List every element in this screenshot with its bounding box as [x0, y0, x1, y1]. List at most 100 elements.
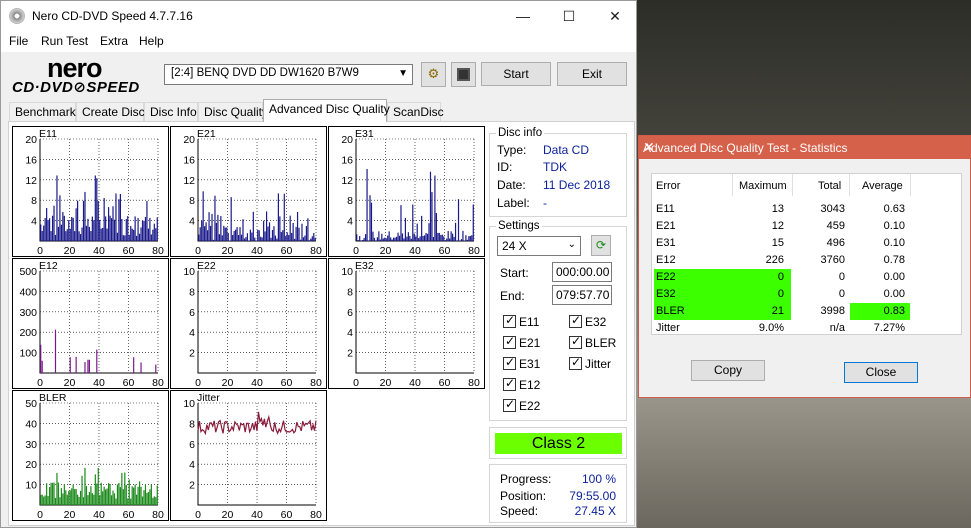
y-tick-label: 200 [19, 327, 37, 339]
cell-error: E12 [656, 254, 676, 266]
toolbar: nero CD·DVD⊘SPEED [2:4] BENQ DVD DD DW16… [1, 52, 636, 97]
graph-e12: 100 200 300 400 500 0 20 40 60 80 E12 [12, 258, 169, 389]
checkbox-e32-label: E32 [585, 315, 607, 329]
speed-label: Speed: [500, 504, 539, 518]
start-field[interactable]: 000:00.00 [552, 262, 612, 282]
column-header: Total [818, 180, 842, 192]
type-label: Type: [497, 143, 527, 157]
start-button[interactable]: Start [481, 62, 551, 86]
x-tick-label: 60 [123, 377, 135, 389]
label-value: - [543, 196, 547, 210]
minimize-icon[interactable]: — [500, 1, 546, 32]
y-tick-label: 500 [19, 266, 37, 278]
cell-avg: 0.10 [883, 237, 905, 249]
checkbox-bler[interactable]: BLER [569, 334, 616, 350]
checkbox-e11[interactable]: E11 [503, 313, 539, 329]
tab-disc-info[interactable]: Disc Info [144, 102, 198, 122]
end-field[interactable]: 079:57.70 [552, 285, 612, 305]
y-tick-label: 12 [341, 175, 353, 187]
y-tick-label: 20 [341, 134, 353, 146]
main-window: Nero CD-DVD Speed 4.7.7.16 — ☐ ✕ File Ru… [0, 0, 637, 528]
tab-benchmark[interactable]: Benchmark [9, 102, 76, 122]
close-icon[interactable]: ✕ [643, 139, 962, 156]
cell-error: E11 [656, 203, 675, 215]
cell-total: 0 [838, 288, 845, 300]
menu-extra[interactable]: Extra [100, 34, 128, 48]
graph-e22-plot: 2 4 6 8 10 0 20 40 60 80 [183, 266, 322, 389]
cell-max: 13 [771, 203, 784, 215]
menu-run-test[interactable]: Run Test [41, 34, 88, 48]
graph-e11-plot: 4 8 12 16 20 0 20 40 60 80 [25, 134, 164, 257]
y-tick-label: 6 [347, 307, 353, 319]
table-row: E22 0 0 0.00 [652, 269, 961, 286]
checkbox-e22[interactable]: E22 [503, 397, 541, 413]
x-tick-label: 60 [281, 245, 293, 257]
x-tick-label: 0 [37, 377, 43, 389]
speed-select[interactable]: 24 X ⌄ [497, 236, 581, 256]
cell-avg: 0.78 [883, 254, 905, 266]
checkbox-e32[interactable]: E32 [569, 313, 607, 329]
graph-jitter: 2 4 6 8 10 0 20 40 60 80 Jitter [170, 390, 327, 521]
checkbox-check-icon [503, 313, 516, 328]
y-tick-label: 2 [189, 480, 195, 492]
statistics-title-bar: Advanced Disc Quality Test - Statistics … [639, 136, 970, 159]
close-button[interactable]: Close [844, 362, 918, 383]
id-value: TDK [543, 160, 567, 174]
x-tick-label: 60 [123, 245, 135, 257]
exit-button[interactable]: Exit [557, 62, 627, 86]
x-tick-label: 60 [439, 377, 451, 389]
cell-error: E21 [656, 220, 676, 232]
checkbox-e22-label: E22 [519, 399, 541, 413]
checkbox-e31[interactable]: E31 [503, 355, 540, 371]
x-tick-label: 40 [251, 245, 263, 257]
x-tick-label: 20 [64, 245, 76, 257]
disc-tools-icon: ⚙ [427, 66, 440, 81]
x-tick-label: 40 [251, 509, 263, 521]
title-bar: Nero CD-DVD Speed 4.7.7.16 — ☐ ✕ [1, 1, 636, 32]
x-tick-label: 80 [310, 245, 322, 257]
maximize-icon[interactable]: ☐ [546, 1, 592, 32]
checkbox-e21[interactable]: E21 [503, 334, 541, 350]
x-tick-label: 20 [222, 509, 234, 521]
cell-max: 226 [765, 254, 784, 266]
drive-select[interactable]: [2:4] BENQ DVD DD DW1620 B7W9 ▼ [164, 64, 413, 85]
x-tick-label: 80 [310, 509, 322, 521]
column-divider [732, 174, 733, 196]
y-tick-label: 10 [25, 480, 37, 492]
x-tick-label: 60 [439, 245, 451, 257]
drive-settings-button[interactable]: ⚙ [421, 62, 446, 87]
refresh-icon: ⟳ [595, 238, 607, 252]
checkbox-e12-label: E12 [519, 378, 541, 392]
checkbox-check-icon [569, 313, 582, 328]
close-icon[interactable]: ✕ [592, 1, 638, 32]
tab-advanced-disc-quality[interactable]: Advanced Disc Quality [263, 99, 390, 122]
y-tick-label: 20 [25, 459, 37, 471]
tab-disc-quality[interactable]: Disc Quality [198, 102, 268, 122]
x-tick-label: 40 [93, 377, 105, 389]
tab-create-disc[interactable]: Create Disc [76, 102, 145, 122]
cell-total: 496 [826, 237, 845, 249]
graph-e21: 4 8 12 16 20 0 20 40 60 80 E21 [170, 126, 327, 257]
save-button[interactable] [451, 62, 476, 87]
checkbox-e21-label: E21 [519, 336, 541, 350]
checkbox-jitter[interactable]: Jitter [569, 355, 611, 371]
date-value: 11 Dec 2018 [543, 178, 611, 192]
table-row: E21 12 459 0.10 [652, 218, 961, 235]
graph-e32: 2 4 6 8 10 0 20 40 60 80 E32 [328, 258, 485, 389]
tab-scandisc[interactable]: ScanDisc [387, 102, 444, 122]
checkbox-e12[interactable]: E12 [503, 376, 541, 392]
y-tick-label: 10 [341, 266, 353, 278]
y-tick-label: 10 [183, 398, 195, 410]
x-tick-label: 60 [123, 509, 135, 521]
graph-e12-plot: 100 200 300 400 500 0 20 40 60 80 [19, 266, 164, 389]
x-tick-label: 80 [468, 377, 480, 389]
cell-error: BLER [656, 305, 685, 317]
disc-info-heading: Disc info [496, 127, 545, 139]
y-tick-label: 20 [25, 134, 37, 146]
y-tick-label: 2 [347, 348, 353, 360]
y-tick-label: 4 [189, 216, 195, 228]
refresh-speed-button[interactable]: ⟳ [591, 235, 611, 256]
menu-file[interactable]: File [9, 34, 28, 48]
menu-help[interactable]: Help [139, 34, 164, 48]
copy-button[interactable]: Copy [691, 360, 765, 381]
